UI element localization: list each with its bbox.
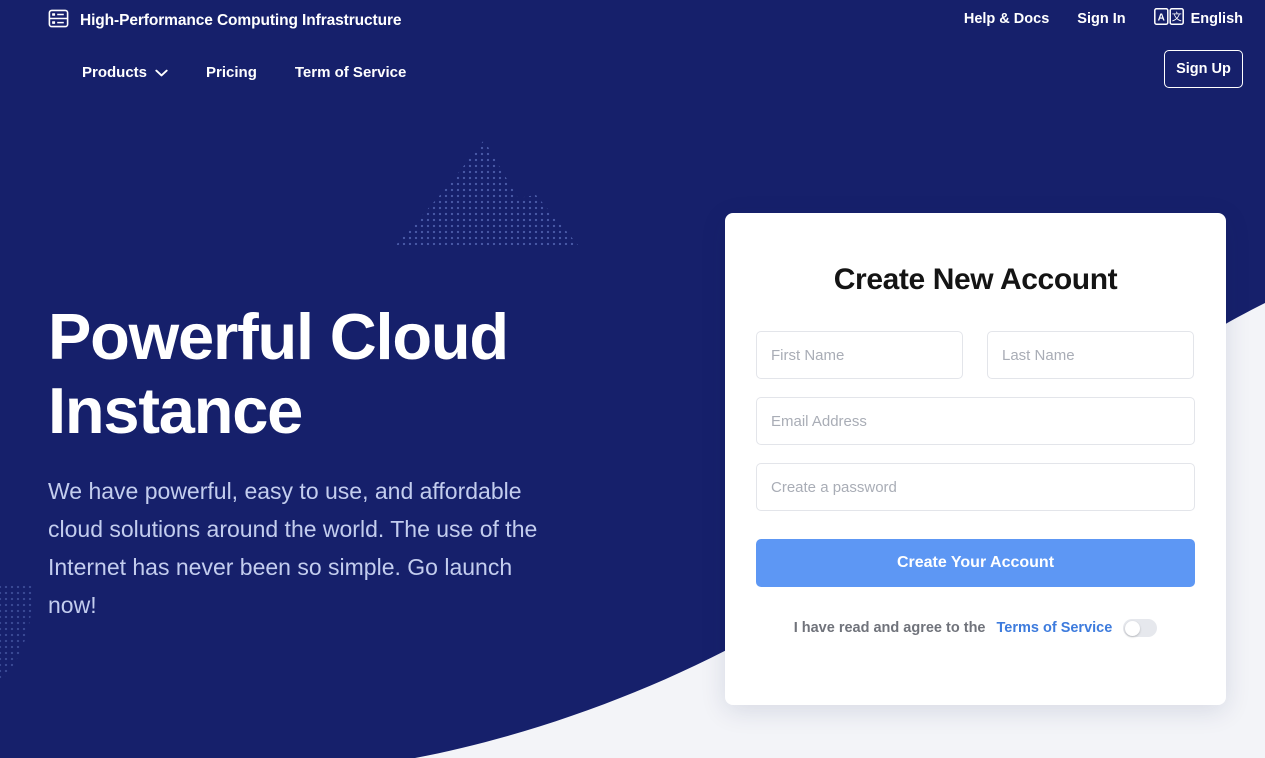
brand-title: High-Performance Computing Infrastructur…	[80, 12, 402, 29]
card-title: Create New Account	[833, 263, 1118, 296]
create-your-account-button[interactable]: Create Your Account	[756, 539, 1195, 587]
terms-agreement-row: I have read and agree to the Terms of Se…	[756, 619, 1195, 637]
email-input[interactable]	[756, 397, 1195, 445]
nav-pricing[interactable]: Pricing	[206, 64, 257, 81]
nav-sign-in[interactable]: Sign In	[1077, 11, 1125, 27]
hero-section: Powerful Cloud Instance We have powerful…	[48, 300, 588, 624]
server-rack-icon	[48, 8, 69, 34]
nav-products[interactable]: Products	[82, 64, 168, 81]
sign-up-button[interactable]: Sign Up	[1164, 50, 1243, 88]
toggle-knob	[1124, 620, 1140, 636]
top-bar: High-Performance Computing Infrastructur…	[0, 0, 1265, 40]
top-navigation: Help & Docs Sign In A 文 English	[964, 8, 1243, 30]
chevron-down-icon	[155, 64, 168, 81]
brand[interactable]: High-Performance Computing Infrastructur…	[48, 8, 402, 34]
main-navigation-links: Products Pricing Term of Service	[82, 50, 406, 94]
nav-products-label: Products	[82, 63, 148, 81]
svg-text:A: A	[1157, 12, 1164, 23]
create-account-card: Create New Account Create Your Account I…	[725, 213, 1226, 705]
name-fields-row	[756, 331, 1195, 379]
main-navigation: Products Pricing Term of Service Sign Up	[0, 50, 1265, 96]
page-root: High-Performance Computing Infrastructur…	[0, 0, 1265, 758]
terms-agreement-label: I have read and agree to the	[793, 620, 986, 636]
create-account-form: Create Your Account I have read and agre…	[756, 331, 1195, 637]
hero-heading: Powerful Cloud Instance	[48, 300, 509, 447]
hero-paragraph: We have powerful, easy to use, and affor…	[48, 478, 538, 618]
nav-term-of-service[interactable]: Term of Service	[295, 64, 406, 81]
last-name-input[interactable]	[987, 331, 1194, 379]
language-selector[interactable]: A 文 English	[1153, 8, 1243, 30]
svg-text:文: 文	[1171, 10, 1181, 23]
nav-help-and-docs[interactable]: Help & Docs	[964, 11, 1049, 27]
terms-agreement-toggle[interactable]	[1123, 619, 1158, 637]
first-name-input[interactable]	[756, 331, 963, 379]
terms-of-service-link[interactable]: Terms of Service	[997, 620, 1113, 636]
language-label: English	[1190, 11, 1243, 27]
translate-icon: A 文	[1153, 8, 1184, 30]
password-input[interactable]	[756, 463, 1195, 511]
